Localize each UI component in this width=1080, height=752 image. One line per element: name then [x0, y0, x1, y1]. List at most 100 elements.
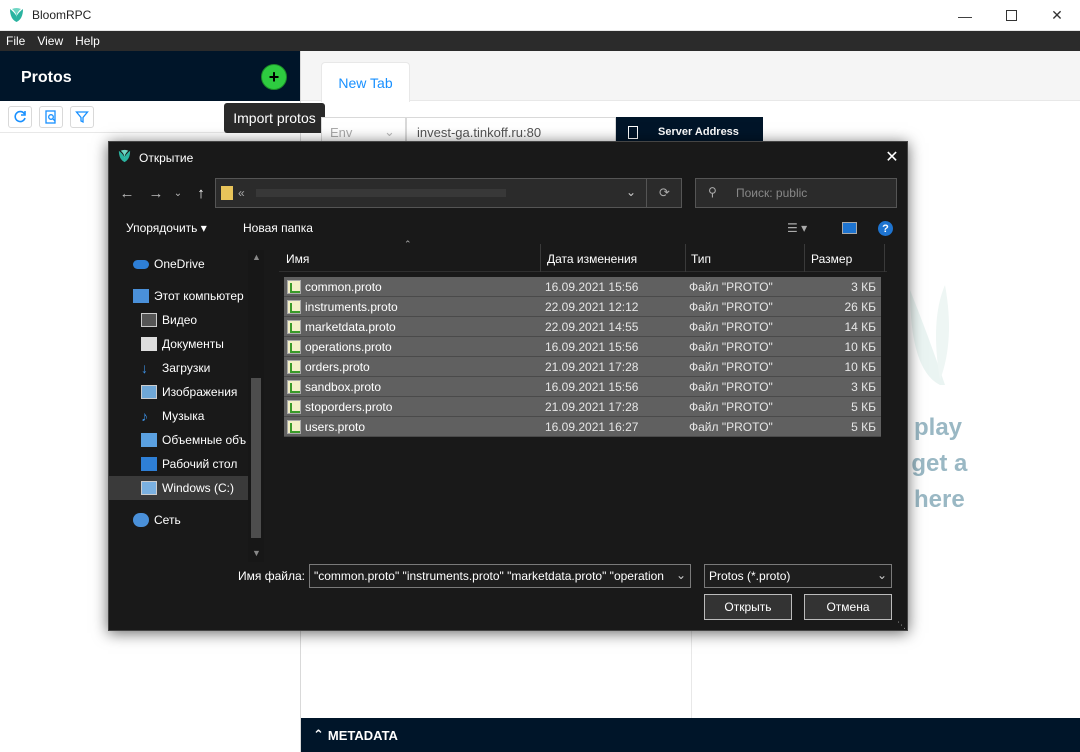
column-size[interactable]: Размер: [811, 252, 852, 266]
cancel-button[interactable]: Отмена: [804, 594, 892, 620]
new-folder-button[interactable]: Новая папка: [243, 221, 313, 235]
up-button[interactable]: ↑: [191, 183, 211, 203]
file-name: users.proto: [305, 420, 366, 434]
preview-pane-icon[interactable]: [842, 222, 857, 234]
tree-item-label: Объемные объ: [162, 433, 247, 447]
tab-new-tab[interactable]: New Tab: [321, 62, 410, 102]
filter-button[interactable]: [70, 106, 94, 128]
window-close-button[interactable]: ✕: [1034, 0, 1080, 31]
file-type-select[interactable]: Protos (*.proto) ⌄: [704, 564, 892, 588]
search-file-button[interactable]: [39, 106, 63, 128]
tree-item-network[interactable]: Сеть: [109, 508, 249, 532]
organize-button[interactable]: Упорядочить ▾: [126, 221, 207, 235]
desktop-icon: [141, 457, 157, 471]
tree-item-onedrive[interactable]: OneDrive: [109, 252, 249, 276]
tree-item-windows-c[interactable]: Windows (C:): [109, 476, 249, 500]
hint-line: e here: [894, 486, 965, 513]
column-divider[interactable]: [540, 244, 541, 272]
arrow-up-icon: ↑: [197, 184, 205, 202]
tree-item-documents[interactable]: Документы: [109, 332, 249, 356]
filename-input[interactable]: "common.proto" "instruments.proto" "mark…: [309, 564, 691, 588]
tree-item-music[interactable]: ♪ Музыка: [109, 404, 249, 428]
tree-item-label: Этот компьютер: [154, 289, 244, 303]
menu-help[interactable]: Help: [69, 34, 106, 48]
menu-file[interactable]: File: [0, 34, 31, 48]
tree-item-label: Загрузки: [162, 361, 211, 375]
file-name: sandbox.proto: [305, 380, 382, 394]
tabs-bar: New Tab: [301, 51, 1080, 102]
resize-grip-icon[interactable]: ⋱: [897, 620, 906, 631]
maximize-icon: [1005, 10, 1017, 21]
tree-item-3d-objects[interactable]: Объемные объ: [109, 428, 249, 452]
dialog-close-button[interactable]: ✕: [880, 146, 904, 168]
filter-icon: [75, 111, 89, 124]
minimize-button[interactable]: —: [942, 0, 988, 31]
path-redacted: [256, 189, 506, 197]
file-type: Файл "PROTO": [689, 400, 773, 414]
file-size: 5 КБ: [851, 420, 876, 434]
tree-scrollbar[interactable]: ▲ ▼: [248, 250, 264, 562]
menu-view[interactable]: View: [31, 34, 69, 48]
file-name: orders.proto: [305, 360, 370, 374]
back-button[interactable]: ←: [117, 183, 137, 203]
refresh-icon[interactable]: ⟳: [659, 185, 670, 201]
view-options-button[interactable]: ☰ ▾: [787, 221, 807, 235]
close-icon: ✕: [885, 149, 899, 166]
bloomrpc-logo-icon: [10, 8, 23, 22]
cloud-icon: [133, 259, 149, 269]
file-size: 10 КБ: [844, 340, 876, 354]
view-list-icon: ☰: [787, 221, 798, 235]
video-icon: [141, 313, 157, 327]
file-row[interactable]: instruments.proto 22.09.2021 12:12 Файл "P…: [284, 297, 881, 317]
scroll-thumb[interactable]: [251, 378, 261, 538]
tree-item-label: Сеть: [154, 513, 181, 527]
help-icon[interactable]: ?: [878, 221, 893, 236]
import-protos-button[interactable]: +: [261, 64, 287, 90]
search-input[interactable]: ⚲ Поиск: public: [695, 178, 897, 208]
file-row[interactable]: operations.proto 16.09.2021 15:56 Файл "PR…: [284, 337, 881, 357]
proto-file-icon: [287, 420, 301, 434]
folder-icon: [221, 186, 233, 200]
chevron-down-icon: ⌄: [173, 187, 183, 199]
organize-label: Упорядочить: [126, 221, 198, 235]
file-row[interactable]: users.proto 16.09.2021 16:27 Файл "PROTO" 5…: [284, 417, 881, 437]
tree-item-pictures[interactable]: Изображения: [109, 380, 249, 404]
drive-icon: [141, 481, 157, 495]
tree-item-downloads[interactable]: ↓ Загрузки: [109, 356, 249, 380]
tree-item-desktop[interactable]: Рабочий стол: [109, 452, 249, 476]
column-divider[interactable]: [685, 244, 686, 272]
path-prefix: «: [238, 186, 245, 200]
file-row[interactable]: sandbox.proto 16.09.2021 15:56 Файл "PROTO…: [284, 377, 881, 397]
file-row[interactable]: common.proto 16.09.2021 15:56 Файл "PROTO"…: [284, 277, 881, 297]
chevron-down-icon[interactable]: ⌄: [673, 568, 686, 582]
file-modified: 16.09.2021 15:56: [545, 380, 639, 394]
address-bar[interactable]: « ⌄ ⟳: [215, 178, 682, 208]
file-row[interactable]: marketdata.proto 22.09.2021 14:55 Файл "PR…: [284, 317, 881, 337]
recent-locations-button[interactable]: ⌄: [171, 183, 185, 203]
file-row[interactable]: stoporders.proto 21.09.2021 17:28 Файл "PR…: [284, 397, 881, 417]
file-modified: 21.09.2021 17:28: [545, 400, 639, 414]
forward-button[interactable]: →: [146, 183, 166, 203]
chevron-up-icon[interactable]: ▲: [252, 252, 261, 262]
column-name[interactable]: Имя: [286, 252, 309, 266]
tree-item-this-pc[interactable]: Этот компьютер: [109, 284, 249, 308]
filename-label: Имя файла:: [238, 569, 305, 583]
file-type: Файл "PROTO": [689, 420, 773, 434]
reload-button[interactable]: [8, 106, 32, 128]
column-divider[interactable]: [804, 244, 805, 272]
column-modified[interactable]: Дата изменения: [547, 252, 637, 266]
tree-item-video[interactable]: Видео: [109, 308, 249, 332]
maximize-button[interactable]: [988, 0, 1034, 31]
chevron-down-icon: ⌄: [876, 568, 887, 582]
chevron-down-icon[interactable]: ▼: [252, 548, 261, 558]
open-button[interactable]: Открыть: [704, 594, 792, 620]
pictures-icon: [141, 385, 157, 399]
hint-text: play o get a e here: [890, 410, 1080, 518]
column-divider[interactable]: [884, 244, 885, 272]
metadata-bar[interactable]: ⌃ METADATA: [301, 718, 1080, 752]
file-row[interactable]: orders.proto 21.09.2021 17:28 Файл "PROTO"…: [284, 357, 881, 377]
dialog-toolbar: Упорядочить ▾ Новая папка ☰ ▾ ?: [109, 214, 909, 242]
column-type[interactable]: Тип: [691, 252, 711, 266]
protos-header: Protos +: [0, 51, 300, 101]
proto-file-icon: [287, 380, 301, 394]
